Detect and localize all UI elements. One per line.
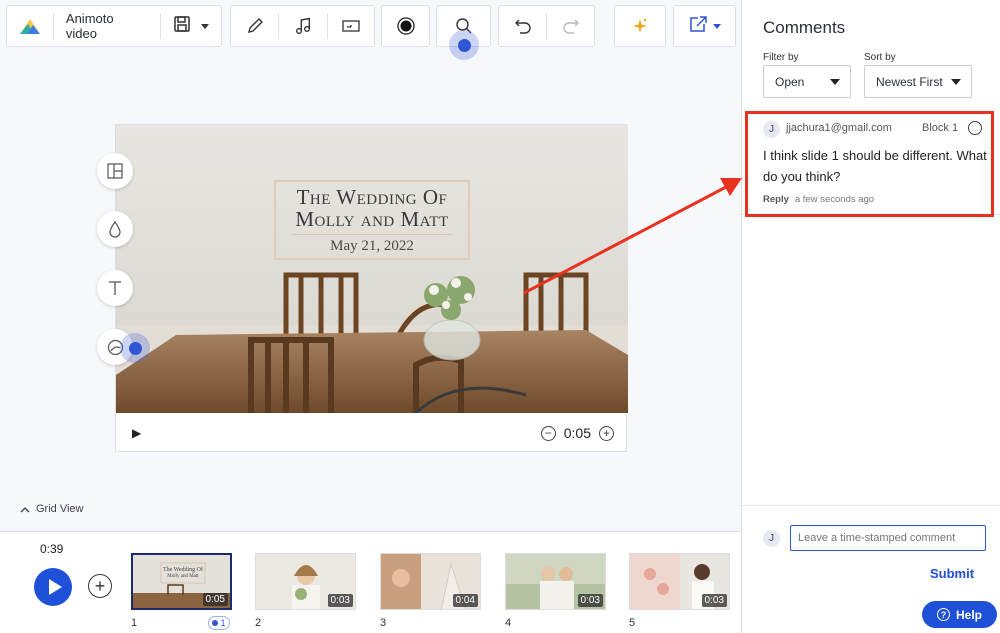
block-number: 5 [629,617,636,629]
share-icon [689,15,709,38]
timeline-block-4[interactable]: 0:03 [505,553,606,610]
title-card[interactable]: The Wedding Of Molly and Matt May 21, 20… [274,180,470,260]
sort-value: Newest First [876,74,943,89]
sparkle-icon[interactable] [615,6,665,46]
color-drop-icon[interactable] [97,211,133,247]
comments-panel: Comments Filter by Open Sort by Newest F… [741,0,1000,633]
plus-icon[interactable]: + [599,425,614,441]
add-block-button[interactable]: + [88,574,112,598]
share-button[interactable] [674,6,735,46]
chevron-down-icon [951,79,961,85]
divider [742,505,1000,506]
magic-toolbar [614,5,666,47]
timeline: 0:39 + The Wedding Of Molly and Matt 0:05… [0,531,741,633]
preview-scene[interactable]: The Wedding Of Molly and Matt May 21, 20… [116,125,628,413]
avatar: J [763,121,780,138]
svg-text:The Wedding Of: The Wedding Of [163,566,203,573]
undo-icon[interactable] [499,6,546,46]
title-date: May 21, 2022 [292,234,452,255]
title-line-2: Molly and Matt [295,207,449,231]
tutorial-hotspot[interactable] [120,333,150,363]
comment-text: I think slide 1 should be different. Wha… [763,148,987,184]
text-icon[interactable] [97,270,133,306]
play-button[interactable] [34,568,72,606]
block-number: 3 [380,617,387,629]
block-number: 4 [505,617,512,629]
minus-icon[interactable]: − [540,425,556,441]
grid-view-toggle[interactable]: Grid View [20,503,83,515]
record-toolbar [381,5,430,47]
comment-icon [212,620,219,626]
history-toolbar [498,5,595,47]
avatar: J [763,530,780,547]
block-number: 1 [131,617,138,629]
help-button[interactable]: ? Help [922,601,997,628]
help-label: Help [955,607,982,622]
layout-icon[interactable] [97,153,133,189]
block-number: 2 [255,617,262,629]
comment-item[interactable]: J jjachura1@gmail.com Block 1 I think sl… [742,112,1000,215]
grid-view-label: Grid View [36,503,84,515]
play-icon[interactable]: ▶ [132,426,141,440]
aspect-ratio-icon[interactable] [328,6,374,46]
tutorial-hotspot[interactable] [449,30,479,60]
svg-text:Molly and Matt: Molly and Matt [167,574,199,579]
block-duration-badge: 0:05 [202,593,228,606]
comment-time: a few seconds ago [794,194,875,205]
block-duration-badge: 0:03 [701,594,727,607]
filter-value: Open [775,74,805,89]
project-title[interactable]: Animoto video [54,11,160,41]
record-icon[interactable] [382,6,429,46]
block-duration-badge: 0:03 [327,594,353,607]
timeline-block-5[interactable]: 0:03 [629,553,730,610]
resolve-circle-icon[interactable] [968,121,982,135]
comment-count-badge[interactable]: 1 [208,616,230,630]
comment-count: 1 [220,618,226,628]
music-icon[interactable] [279,6,326,46]
pen-icon[interactable] [231,6,278,46]
video-preview[interactable]: The Wedding Of Molly and Matt May 21, 20… [115,124,628,453]
sort-label: Sort by [864,52,896,63]
animoto-logo-icon[interactable] [7,6,53,46]
filter-label: Filter by [763,52,799,63]
block-duration-badge: 0:03 [577,594,603,607]
sort-select[interactable]: Newest First [864,65,972,98]
project-toolbar: Animoto video [6,5,222,47]
duration-control: − 0:05 + [540,425,614,441]
timeline-block-3[interactable]: 0:04 [380,553,481,610]
chevron-down-icon [830,79,840,85]
share-toolbar [673,5,736,47]
block-duration: 0:05 [563,425,591,441]
filter-select[interactable]: Open [763,65,851,98]
save-button[interactable] [161,6,221,46]
question-icon: ? [936,608,950,621]
block-duration-badge: 0:04 [452,594,478,607]
comment-meta: Reply a few seconds ago [763,194,874,205]
redo-icon[interactable] [547,6,594,46]
timeline-block-1[interactable]: The Wedding Of Molly and Matt 0:05 [131,553,232,610]
comment-author: jjachura1@gmail.com [786,122,892,134]
reply-button[interactable]: Reply [763,194,789,205]
chevron-down-icon[interactable] [201,23,210,29]
comment-input[interactable] [790,525,986,551]
preview-controls: ▶ − 0:05 + [116,413,628,453]
chevron-down-icon[interactable] [712,23,721,29]
panel-title: Comments [763,18,846,37]
media-toolbar [230,5,375,47]
timeline-block-2[interactable]: 0:03 [255,553,356,610]
chevron-up-icon [20,506,30,512]
total-time: 0:39 [40,542,64,556]
save-icon [173,15,191,38]
title-line-1: The Wedding Of [296,185,448,209]
comment-block-link[interactable]: Block 1 [922,122,958,134]
submit-button[interactable]: Submit [930,566,974,581]
